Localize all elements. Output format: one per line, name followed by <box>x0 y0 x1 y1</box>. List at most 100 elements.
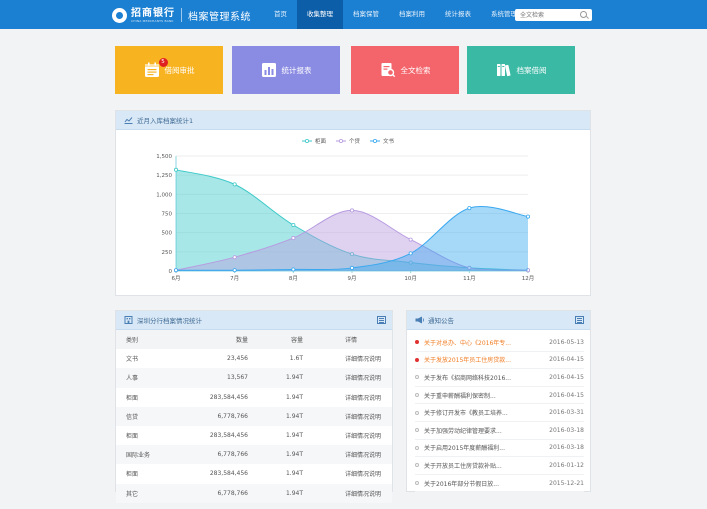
notice-panel: 通知公告 关于对总办、中心《2016年专... 2016-05-13 关于发放201… <box>406 310 591 493</box>
y-tick-label: 1,500 <box>156 154 172 160</box>
notice-date: 2016-05-13 <box>549 338 584 346</box>
cell-category: 人事 <box>126 375 139 383</box>
notice-item[interactable]: 关于修订开发市《教员工培养... 2016-03-31 <box>415 404 584 422</box>
data-point <box>525 214 530 219</box>
y-tick-label: 500 <box>162 231 173 237</box>
notice-date: 2016-03-31 <box>549 409 584 417</box>
panel-title: 通知公告 <box>428 317 454 325</box>
notice-item[interactable]: 关于重申薪酬福利保密制... 2016-04-15 <box>415 387 584 405</box>
notice-item[interactable]: 关于加强劳动纪律管理要求... 2016-03-18 <box>415 422 584 440</box>
table-header-row: 类别 数量 容量 详情 <box>116 330 392 350</box>
notice-title[interactable]: 关于2016年部分节假日放... <box>424 479 540 488</box>
cell-detail-link[interactable]: 详细情况说明 <box>303 484 392 503</box>
cell-capacity: 1.94T <box>285 489 303 497</box>
cell-capacity: 1.94T <box>285 470 303 478</box>
panel-header: 近月入库档案统计1 <box>116 111 590 130</box>
notice-item[interactable]: 关于启用2015年度薪酬福利... 2016-03-18 <box>415 440 584 458</box>
archive-area-chart: 0 250 500 750 1,000 1,250 1,500 6月 7月 8月 9月 10月 11月 1… <box>156 137 534 282</box>
table-row: 柜面 283,584,456 1.94T 详细情况说明 <box>116 388 392 407</box>
col-capacity: 容量 <box>290 337 303 345</box>
notice-item[interactable]: 关于对总办、中心《2016年专... 2016-05-13 <box>415 334 584 352</box>
notice-title[interactable]: 关于发放2015年员工住房贷款... <box>424 355 540 364</box>
notice-title[interactable]: 关于开放员工住房贷款补贴... <box>424 461 540 470</box>
col-detail: 详情 <box>345 337 358 345</box>
search-input[interactable] <box>520 10 578 20</box>
stats-table: 类别 数量 容量 详情 文书 23,456 1.6T 详细情况说明 人事 13,567 1… <box>116 330 392 503</box>
cell-detail-link[interactable]: 详细情况说明 <box>303 349 392 368</box>
tile-label: 全文检索 <box>400 65 431 75</box>
legend-marker <box>338 138 343 143</box>
bullet-icon <box>415 445 419 450</box>
notice-title[interactable]: 关于发布《招商网络科技2016... <box>424 373 540 382</box>
nav-usage[interactable]: 档案利用 <box>389 0 435 29</box>
bullet-icon <box>415 340 419 345</box>
cell-category: 文书 <box>126 356 139 364</box>
notice-item[interactable]: 关于2016年部分节假日放... 2015-12-21 <box>415 475 584 493</box>
list-icon[interactable] <box>575 316 584 324</box>
x-tick-label: 6月 <box>172 275 181 282</box>
logo-divider <box>181 8 182 22</box>
cell-capacity: 1.94T <box>285 412 303 420</box>
cell-capacity: 1.94T <box>285 393 303 401</box>
cell-detail-link[interactable]: 详细情况说明 <box>303 407 392 426</box>
nav-home[interactable]: 首页 <box>264 0 297 29</box>
notice-item[interactable]: 关于开放员工住房贷款补贴... 2016-01-12 <box>415 457 584 475</box>
bank-logo-icon <box>112 7 127 23</box>
data-point <box>408 251 413 256</box>
nav-storage[interactable]: 档案保管 <box>343 0 389 29</box>
notice-date: 2016-04-15 <box>549 356 584 364</box>
table-row: 柜面 283,584,456 1.94T 详细情况说明 <box>116 464 392 483</box>
logo[interactable]: 招商银行 CHINA MERCHANTS BANK 档案管理系统 <box>112 6 251 24</box>
list-icon[interactable] <box>377 316 386 324</box>
top-header: 招商银行 CHINA MERCHANTS BANK 档案管理系统 首页 收集整理… <box>0 0 707 29</box>
notice-item[interactable]: 关于发放2015年员工住房贷款... 2016-04-15 <box>415 352 584 370</box>
cell-category: 其它 <box>126 490 139 498</box>
notice-title[interactable]: 关于对总办、中心《2016年专... <box>424 338 540 347</box>
cell-quantity: 23,456 <box>227 355 248 363</box>
cell-category: 柜面 <box>126 394 139 402</box>
nav-reports[interactable]: 统计报表 <box>435 0 481 29</box>
tile-borrow-approval[interactable]: 5 借阅审批 <box>115 46 223 94</box>
pending-badge: 5 <box>158 58 168 67</box>
notice-item[interactable]: 关于发布《招商网络科技2016... 2016-04-15 <box>415 369 584 387</box>
y-tick-label: 1,250 <box>156 173 172 179</box>
notice-title[interactable]: 关于重申薪酬福利保密制... <box>424 391 540 400</box>
cell-detail-link[interactable]: 详细情况说明 <box>303 368 392 387</box>
cell-quantity: 13,567 <box>227 374 248 382</box>
panel-header: 深圳分行档案情况统计 <box>116 311 392 330</box>
cell-detail-link[interactable]: 详细情况说明 <box>303 445 392 464</box>
tile-archive-borrow[interactable]: 档案借阅 <box>467 46 575 94</box>
cell-capacity: 1.94T <box>285 374 303 382</box>
notice-title[interactable]: 关于加强劳动纪律管理要求... <box>424 426 540 435</box>
bullet-icon <box>415 393 419 398</box>
cell-detail-link[interactable]: 详细情况说明 <box>303 388 392 407</box>
table-row: 信贷 6,778,766 1.94T 详细情况说明 <box>116 406 392 426</box>
tile-fulltext-search[interactable]: 全文检索 <box>351 46 459 94</box>
notice-title[interactable]: 关于启用2015年度薪酬福利... <box>424 443 540 452</box>
legend-label: 个贷 <box>349 137 361 145</box>
cell-quantity: 283,584,456 <box>209 393 248 401</box>
bullet-icon <box>415 410 419 415</box>
data-point <box>408 237 413 242</box>
notice-title[interactable]: 关于修订开发市《教员工培养... <box>424 408 540 417</box>
table-row: 人事 13,567 1.94T 详细情况说明 <box>116 368 392 388</box>
x-tick-label: 8月 <box>289 275 298 282</box>
bank-name-en: CHINA MERCHANTS BANK <box>131 18 174 23</box>
x-tick-label: 7月 <box>230 275 239 282</box>
cell-detail-link[interactable]: 详细情况说明 <box>303 426 392 445</box>
y-tick-label: 0 <box>169 269 173 275</box>
data-point <box>291 267 296 272</box>
nav-collect[interactable]: 收集整理 <box>297 0 343 29</box>
cell-quantity: 283,584,456 <box>209 432 248 440</box>
notice-date: 2015-12-21 <box>549 479 584 487</box>
notice-date: 2016-01-12 <box>549 461 584 469</box>
notice-date: 2016-03-18 <box>549 444 584 452</box>
table-row: 柜面 283,584,456 1.94T 详细情况说明 <box>116 426 392 445</box>
panel-header: 通知公告 <box>407 311 590 330</box>
bullet-icon <box>415 375 419 380</box>
search-icon[interactable] <box>580 11 587 18</box>
tile-statistics[interactable]: 统计报表 <box>232 46 340 94</box>
tile-label: 档案借阅 <box>516 65 547 75</box>
cell-detail-link[interactable]: 详细情况说明 <box>303 464 392 483</box>
legend-label: 柜面 <box>315 137 327 145</box>
